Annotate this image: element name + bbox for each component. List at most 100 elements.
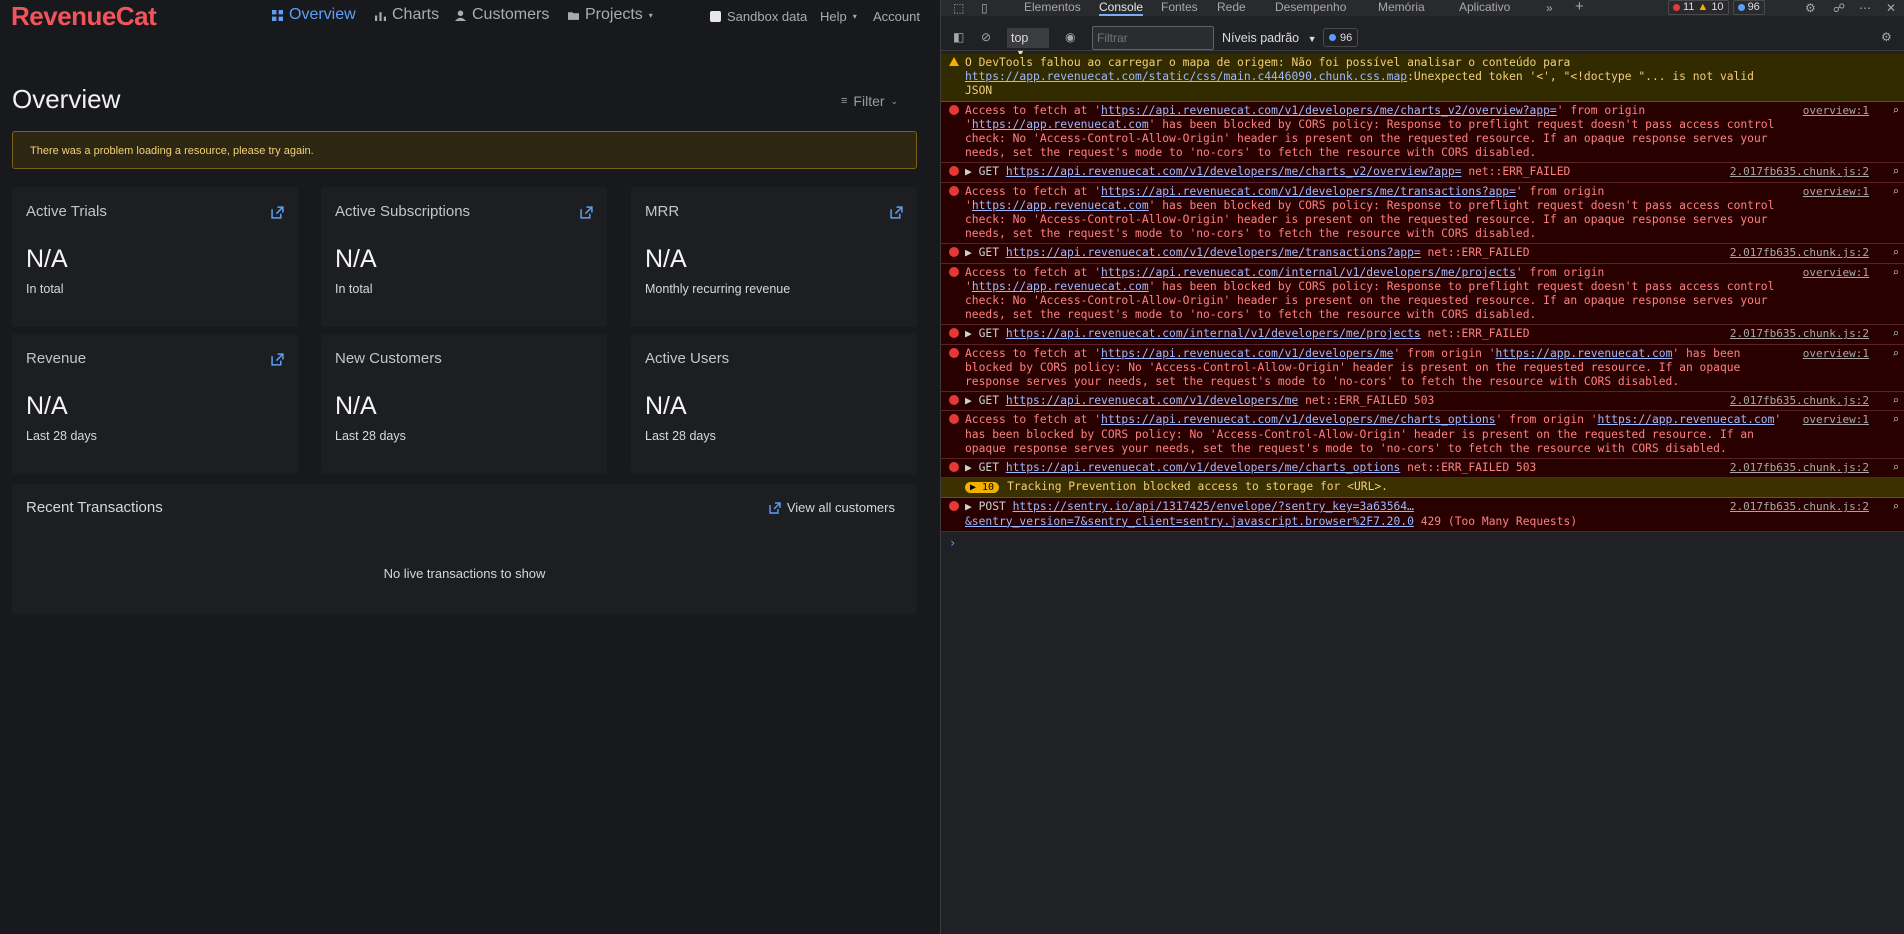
console-message-warn[interactable]: O DevTools falhou ao carregar o mapa de … bbox=[941, 54, 1904, 102]
search-icon[interactable]: ⌕ bbox=[1892, 266, 1899, 280]
expand-triangle-icon[interactable]: ▶ bbox=[965, 500, 979, 513]
console-message-err[interactable]: Access to fetch at 'https://api.revenuec… bbox=[941, 344, 1904, 393]
tab-aplicativo[interactable]: Aplicativo bbox=[1459, 0, 1510, 14]
inspect-icon[interactable]: ⬚ bbox=[953, 1, 964, 15]
console-message-err[interactable]: ▶ POST https://sentry.io/api/1317425/env… bbox=[941, 498, 1904, 532]
external-link-icon[interactable] bbox=[271, 353, 284, 366]
expand-triangle-icon[interactable]: ▶ bbox=[965, 461, 979, 474]
url-link[interactable]: https://api.revenuecat.com/v1/developers… bbox=[1006, 165, 1462, 178]
tab-console[interactable]: Console bbox=[1099, 0, 1144, 16]
search-icon[interactable]: ⌕ bbox=[1892, 461, 1899, 475]
expand-triangle-icon[interactable]: ▶ bbox=[965, 394, 979, 407]
url-link[interactable]: https://api.revenuecat.com/v1/developers… bbox=[1006, 461, 1400, 474]
console-message-err[interactable]: ▶ GET https://api.revenuecat.com/interna… bbox=[941, 325, 1904, 345]
source-link[interactable]: 2.017fb635.chunk.js:2 bbox=[1730, 461, 1869, 475]
url-link[interactable]: https://app.revenuecat.com bbox=[972, 199, 1149, 212]
url-link[interactable]: https://api.revenuecat.com/v1/developers… bbox=[1006, 394, 1298, 407]
source-link[interactable]: overview:1 bbox=[1803, 413, 1869, 427]
search-icon[interactable]: ⌕ bbox=[1892, 104, 1899, 118]
expand-triangle-icon[interactable]: ▶ bbox=[965, 165, 979, 178]
device-toolbar-icon[interactable]: ▯ bbox=[981, 1, 988, 15]
console-filter-input[interactable] bbox=[1092, 26, 1214, 50]
error-count-badge[interactable]: 11 ▲ 10 bbox=[1668, 0, 1729, 15]
url-link[interactable]: https://app.revenuecat.com bbox=[972, 118, 1149, 131]
url-link[interactable]: https://app.revenuecat.com bbox=[1598, 413, 1775, 426]
url-link[interactable]: https://app.revenuecat.com bbox=[1496, 347, 1673, 360]
console-message-err[interactable]: Access to fetch at 'https://api.revenuec… bbox=[941, 182, 1904, 245]
sandbox-checkbox[interactable] bbox=[710, 11, 721, 22]
console-settings-gear-icon[interactable]: ⚙ bbox=[1881, 30, 1892, 44]
tab-rede[interactable]: Rede bbox=[1217, 0, 1246, 14]
nav-overview[interactable]: Overview bbox=[272, 6, 356, 24]
issues-badge[interactable]: 96 bbox=[1323, 28, 1359, 47]
url-link[interactable]: https://api.revenuecat.com/v1/developers… bbox=[1101, 413, 1495, 426]
sandbox-toggle[interactable]: Sandbox data bbox=[710, 9, 807, 24]
console-message-err[interactable]: Access to fetch at 'https://api.revenuec… bbox=[941, 101, 1904, 164]
source-link[interactable]: 2.017fb635.chunk.js:2 bbox=[1730, 165, 1869, 179]
console-message-err[interactable]: ▶ GET https://api.revenuecat.com/v1/deve… bbox=[941, 459, 1904, 479]
sidebar-toggle-icon[interactable]: ◧ bbox=[953, 30, 964, 44]
revenuecat-logo[interactable]: RevenueCat bbox=[11, 1, 157, 32]
console-message-err[interactable]: Access to fetch at 'https://api.revenuec… bbox=[941, 263, 1904, 326]
help-menu[interactable]: Help ▾ bbox=[820, 9, 857, 24]
url-link[interactable]: https://api.revenuecat.com/v1/developers… bbox=[1101, 104, 1557, 117]
issue-counters[interactable]: 11 ▲ 10 96 bbox=[1668, 0, 1765, 15]
source-link[interactable]: overview:1 bbox=[1803, 266, 1869, 280]
search-icon[interactable]: ⌕ bbox=[1892, 413, 1899, 427]
view-all-customers-link[interactable]: View all customers bbox=[769, 500, 895, 515]
url-link[interactable]: https://sentry.io/api/1317425/envelope/?… bbox=[965, 500, 1414, 527]
add-tab-icon[interactable]: + bbox=[1575, 0, 1584, 15]
feedback-icon[interactable]: ☍ bbox=[1833, 1, 1845, 15]
expand-triangle-icon[interactable]: ▶ bbox=[965, 246, 979, 259]
source-link[interactable]: 2.017fb635.chunk.js:2 bbox=[1730, 394, 1869, 408]
account-menu[interactable]: Account bbox=[873, 9, 920, 24]
close-icon[interactable]: ✕ bbox=[1886, 1, 1896, 15]
source-link[interactable]: overview:1 bbox=[1803, 104, 1869, 118]
log-levels-dropdown[interactable]: Níveis padrão ▼ bbox=[1222, 31, 1317, 45]
nav-projects[interactable]: Projects ▾ bbox=[568, 6, 653, 24]
source-link[interactable]: overview:1 bbox=[1803, 185, 1869, 199]
expand-triangle-icon[interactable]: ▶ bbox=[965, 327, 979, 340]
console-prompt[interactable]: › bbox=[941, 532, 1904, 554]
tab-elementos[interactable]: Elementos bbox=[1024, 0, 1081, 14]
external-link-icon[interactable] bbox=[271, 206, 284, 219]
source-link[interactable]: 2.017fb635.chunk.js:2 bbox=[1730, 246, 1869, 260]
live-expression-eye-icon[interactable]: ◉ bbox=[1065, 30, 1075, 44]
console-message-err[interactable]: ▶ GET https://api.revenuecat.com/v1/deve… bbox=[941, 244, 1904, 264]
url-link[interactable]: https://api.revenuecat.com/internal/v1/d… bbox=[1101, 266, 1516, 279]
search-icon[interactable]: ⌕ bbox=[1892, 347, 1899, 361]
tab-memoria[interactable]: Memória bbox=[1378, 0, 1425, 14]
console-message-info[interactable]: ▶ 10 Tracking Prevention blocked access t… bbox=[941, 478, 1904, 499]
clear-console-icon[interactable]: ⊘ bbox=[981, 30, 991, 44]
source-link[interactable]: 2.017fb635.chunk.js:2 bbox=[1730, 327, 1869, 341]
url-link[interactable]: https://app.revenuecat.com/static/css/ma… bbox=[965, 70, 1407, 83]
search-icon[interactable]: ⌕ bbox=[1892, 500, 1899, 514]
search-icon[interactable]: ⌕ bbox=[1892, 246, 1899, 260]
external-link-icon[interactable] bbox=[890, 206, 903, 219]
nav-customers[interactable]: Customers bbox=[455, 6, 549, 24]
search-icon[interactable]: ⌕ bbox=[1892, 165, 1899, 179]
console-message-err[interactable]: ▶ GET https://api.revenuecat.com/v1/deve… bbox=[941, 163, 1904, 183]
url-link[interactable]: https://api.revenuecat.com/internal/v1/d… bbox=[1006, 327, 1421, 340]
filter-button[interactable]: ≡ Filter ⌄ bbox=[841, 93, 898, 109]
external-link-icon[interactable] bbox=[580, 206, 593, 219]
url-link[interactable]: https://api.revenuecat.com/v1/developers… bbox=[1101, 347, 1393, 360]
source-link[interactable]: 2.017fb635.chunk.js:2 bbox=[1730, 500, 1869, 514]
context-selector[interactable]: top ▼ bbox=[1007, 28, 1049, 58]
nav-charts[interactable]: Charts bbox=[375, 6, 439, 24]
source-link[interactable]: overview:1 bbox=[1803, 347, 1869, 361]
search-icon[interactable]: ⌕ bbox=[1892, 327, 1899, 341]
console-message-err[interactable]: Access to fetch at 'https://api.revenuec… bbox=[941, 411, 1904, 460]
tab-desempenho[interactable]: Desempenho bbox=[1275, 0, 1346, 14]
search-icon[interactable]: ⌕ bbox=[1892, 394, 1899, 408]
tab-fontes[interactable]: Fontes bbox=[1161, 0, 1198, 14]
url-link[interactable]: https://api.revenuecat.com/v1/developers… bbox=[1006, 246, 1421, 259]
url-link[interactable]: https://app.revenuecat.com bbox=[972, 280, 1149, 293]
repeat-count-badge[interactable]: ▶ 10 bbox=[965, 482, 1000, 494]
message-count-badge[interactable]: 96 bbox=[1732, 0, 1765, 15]
search-icon[interactable]: ⌕ bbox=[1892, 185, 1899, 199]
more-options-icon[interactable]: ⋯ bbox=[1859, 1, 1871, 15]
gear-icon[interactable]: ⚙ bbox=[1805, 1, 1816, 15]
url-link[interactable]: https://api.revenuecat.com/v1/developers… bbox=[1101, 185, 1516, 198]
console-message-err[interactable]: ▶ GET https://api.revenuecat.com/v1/deve… bbox=[941, 392, 1904, 412]
